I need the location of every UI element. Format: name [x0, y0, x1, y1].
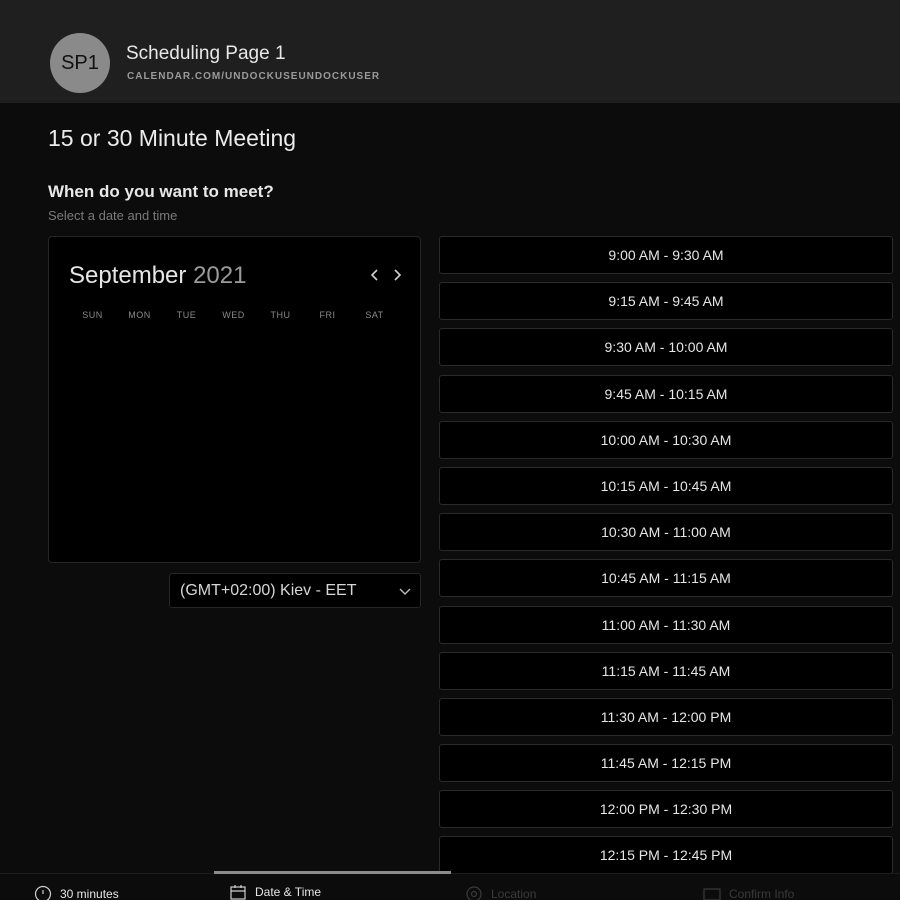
time-slot-button[interactable]: 12:15 PM - 12:45 PM: [439, 836, 893, 875]
scheduling-page-title: Scheduling Page 1: [126, 43, 286, 64]
timezone-select[interactable]: (GMT+02:00) Kiev - EET: [169, 573, 421, 608]
calendar-year: 2021: [193, 262, 247, 289]
step-label: Confirm Info: [729, 887, 795, 900]
step-location[interactable]: Location: [465, 885, 536, 900]
weekday-label: SUN: [82, 310, 103, 320]
time-slot-button[interactable]: 11:45 AM - 12:15 PM: [439, 744, 893, 783]
date-question: When do you want to meet?: [48, 182, 274, 201]
weekday-label: MON: [128, 310, 151, 320]
calendar: September 2021 SUN MON TUE WED THU FRI S…: [48, 236, 421, 563]
location-icon: [466, 886, 482, 900]
weekday-label: TUE: [176, 310, 197, 320]
time-slot-list: 9:00 AM - 9:30 AM 9:15 AM - 9:45 AM 9:30…: [439, 236, 893, 883]
step-date-time[interactable]: Date & Time: [229, 883, 321, 900]
timezone-value: (GMT+02:00) Kiev - EET: [180, 581, 357, 599]
weekday-label: THU: [270, 310, 291, 320]
step-label: 30 minutes: [60, 887, 119, 900]
time-slot-button[interactable]: 10:45 AM - 11:15 AM: [439, 559, 893, 598]
time-slot-button[interactable]: 11:00 AM - 11:30 AM: [439, 605, 893, 644]
time-slot-button[interactable]: 9:45 AM - 10:15 AM: [439, 374, 893, 413]
scheduling-page: SP1 Scheduling Page 1 CALENDAR.COM/UNDOC…: [0, 0, 900, 900]
previous-month-button[interactable]: [365, 263, 385, 287]
chevron-down-icon: [399, 588, 411, 595]
next-month-button[interactable]: [387, 263, 407, 287]
time-slot-button[interactable]: 9:00 AM - 9:30 AM: [439, 236, 893, 274]
chevron-right-icon: [394, 269, 402, 281]
time-slot-button[interactable]: 12:00 PM - 12:30 PM: [439, 790, 893, 829]
scheduling-page-url[interactable]: CALENDAR.COM/UNDOCKUSEUNDOCKUSER: [127, 71, 380, 82]
avatar: SP1: [50, 33, 110, 93]
step-duration[interactable]: 30 minutes: [34, 885, 119, 900]
page-header: SP1 Scheduling Page 1 CALENDAR.COM/UNDOC…: [0, 0, 900, 103]
card-icon: [703, 888, 721, 900]
step-confirm-info[interactable]: Confirm Info: [703, 885, 794, 900]
calendar-month-year: September 2021: [69, 262, 246, 290]
calendar-icon: [230, 885, 246, 900]
time-slot-button[interactable]: 9:30 AM - 10:00 AM: [439, 328, 893, 367]
time-slot-button[interactable]: 10:00 AM - 10:30 AM: [439, 420, 893, 459]
chevron-left-icon: [370, 269, 378, 281]
clock-icon: [34, 885, 52, 900]
weekday-header: SUN MON TUE WED THU FRI SAT: [69, 310, 399, 320]
booking-steps: 30 minutes Date & Time Location Confirm …: [0, 871, 900, 900]
time-slot-button[interactable]: 9:15 AM - 9:45 AM: [439, 282, 893, 321]
active-step-indicator: [214, 871, 451, 874]
meeting-title: 15 or 30 Minute Meeting: [48, 125, 297, 151]
time-slot-button[interactable]: 11:30 AM - 12:00 PM: [439, 697, 893, 736]
weekday-label: WED: [222, 310, 245, 320]
step-label: Date & Time: [255, 885, 322, 899]
weekday-label: SAT: [365, 310, 384, 320]
time-slot-button[interactable]: 10:15 AM - 10:45 AM: [439, 466, 893, 505]
step-label: Location: [491, 887, 537, 900]
calendar-month: September: [69, 262, 187, 289]
time-slot-button[interactable]: 10:30 AM - 11:00 AM: [439, 513, 893, 552]
time-slot-button[interactable]: 11:15 AM - 11:45 AM: [439, 651, 893, 690]
date-question-subtitle: Select a date and time: [48, 208, 178, 223]
weekday-label: FRI: [319, 310, 336, 320]
